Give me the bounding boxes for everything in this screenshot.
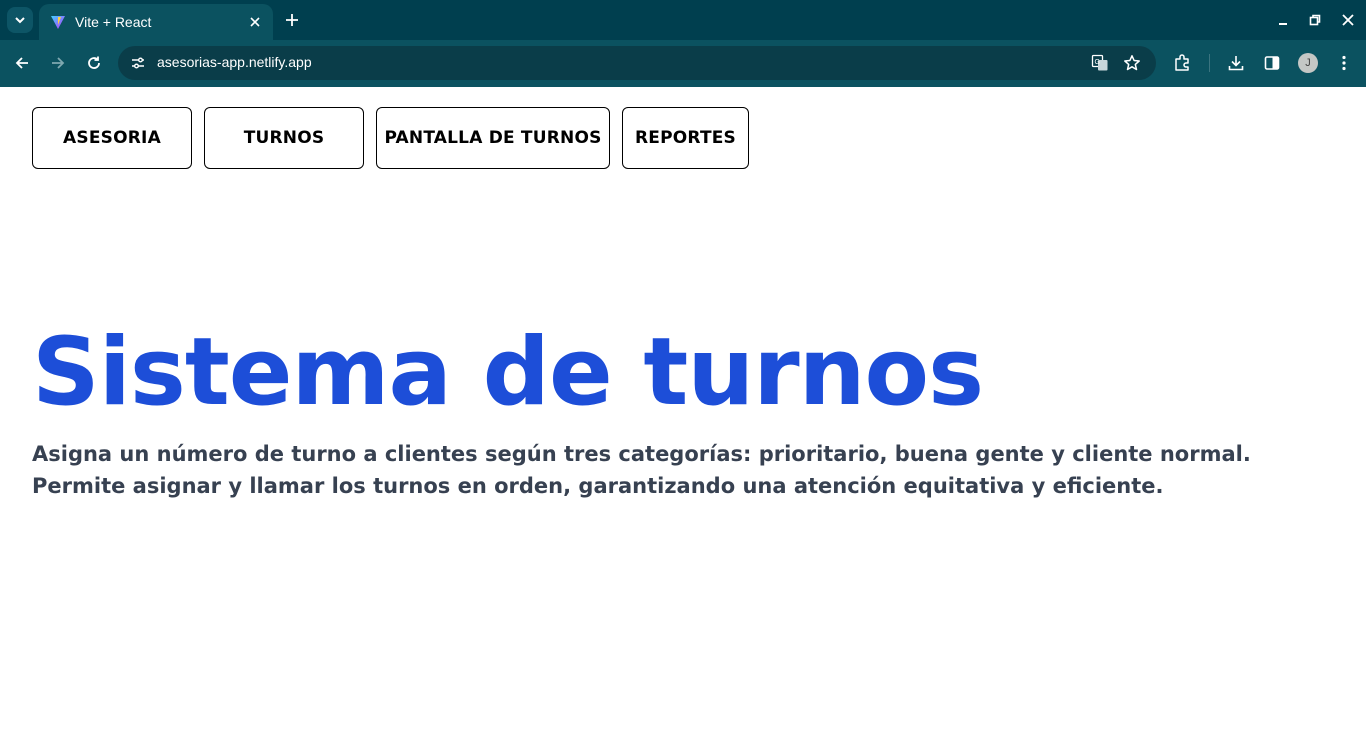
download-icon[interactable] [1223,50,1249,76]
browser-tab-bar: Vite + React [0,0,1366,40]
nav-button-reportes[interactable]: REPORTES [622,107,749,169]
minimize-icon [1279,23,1287,25]
extensions-icon[interactable] [1169,50,1195,76]
close-window-button[interactable] [1336,8,1360,32]
arrow-left-icon [15,57,28,69]
address-bar[interactable]: asesorias-app.netlify.app G [118,46,1156,80]
restore-icon [1309,14,1321,26]
page-title: Sistema de turnos [32,318,984,427]
close-tab-icon[interactable] [245,12,265,32]
nav-button-asesoria[interactable]: ASESORIA [32,107,192,169]
close-icon [1342,14,1354,26]
reload-icon [88,56,100,69]
new-tab-button[interactable] [280,8,304,32]
svg-text:G: G [1095,59,1100,66]
toolbar-divider [1209,54,1210,72]
chevron-down-icon [15,17,25,24]
browser-toolbar: asesorias-app.netlify.app G J [0,40,1366,87]
vite-logo-icon [49,13,67,31]
description-line-2: Permite asignar y llamar los turnos en o… [32,474,1164,498]
url-text: asesorias-app.netlify.app [157,54,312,70]
more-menu-icon[interactable] [1331,50,1357,76]
nav-button-pantalla-de-turnos[interactable]: PANTALLA DE TURNOS [376,107,610,169]
translate-icon[interactable]: G [1088,51,1112,75]
tab-search-button[interactable] [7,7,33,33]
arrow-right-icon [52,57,65,69]
tab-title: Vite + React [75,14,152,30]
profile-avatar[interactable]: J [1298,53,1318,73]
page-description: Asigna un número de turno a clientes seg… [32,438,1332,502]
site-info-icon[interactable] [126,51,150,75]
forward-button[interactable] [45,50,71,76]
side-panel-icon[interactable] [1259,50,1285,76]
bookmark-star-icon[interactable] [1120,51,1144,75]
nav-button-turnos[interactable]: TURNOS [204,107,364,169]
description-line-1: Asigna un número de turno a clientes seg… [32,442,1251,466]
main-nav: ASESORIA TURNOS PANTALLA DE TURNOS REPOR… [32,107,749,169]
back-button[interactable] [9,50,35,76]
restore-button[interactable] [1303,8,1327,32]
plus-icon [286,14,298,26]
browser-tab[interactable]: Vite + React [39,4,273,40]
minimize-button[interactable] [1271,8,1295,32]
reload-button[interactable] [81,50,107,76]
